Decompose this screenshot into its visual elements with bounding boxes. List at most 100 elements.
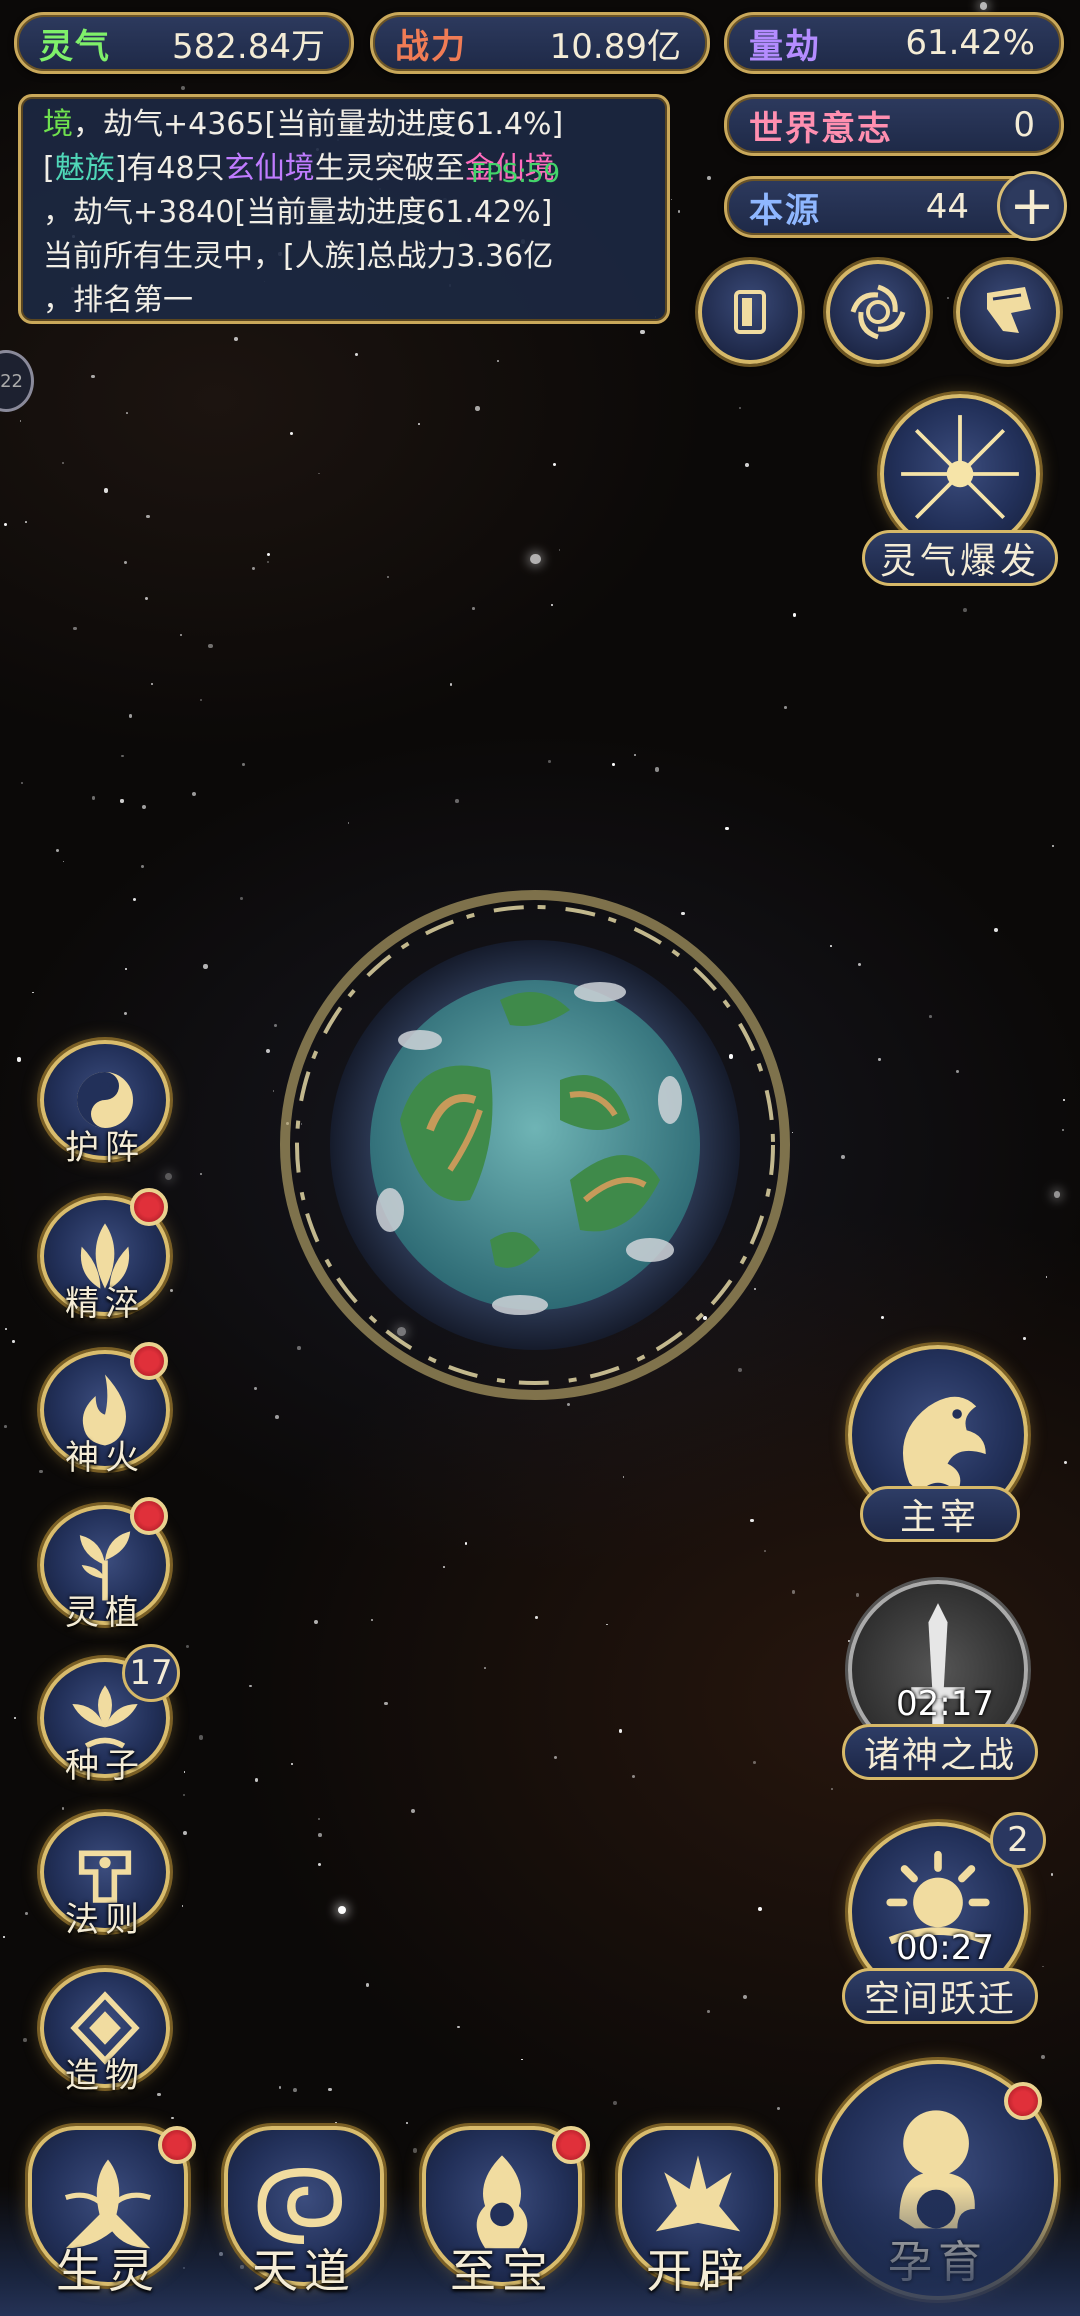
star [558,548,561,551]
star [1050,1873,1054,1876]
star [612,763,615,766]
star [133,897,137,901]
shijie-yizhi-value: 0 [1013,105,1035,145]
star [12,1340,16,1343]
star [670,198,673,201]
side-menu-label: 神火 [65,1437,145,1478]
liangjie-bar[interactable]: 量劫 61.42% [724,12,1064,74]
fps-readout: FPS:59 [471,159,560,189]
star [758,1907,763,1912]
star [318,1833,322,1837]
star [677,210,681,214]
kongjian-label: 空间跃迁 [842,1968,1038,2024]
vortex-button[interactable] [826,260,930,364]
world-planet[interactable] [270,880,800,1410]
bottom-menu-item[interactable]: 开辟 [608,2120,788,2300]
side-menu-item[interactable]: 灵植 [40,1497,170,1635]
benyuan-value: 44 [925,187,969,227]
star [1042,1965,1044,1968]
star [200,699,202,701]
star [21,781,24,785]
kongjian-timer: 00:27 [896,1928,994,1968]
star [1064,1460,1068,1464]
star [745,463,749,468]
star [1062,1099,1065,1102]
event-log-panel[interactable]: 境，劫气+4365[当前量劫进度61.4%] [魅族]有48只玄仙境生灵突破至金… [18,94,670,324]
yunyu-red-dot [1004,2082,1042,2120]
notification-dot [158,2126,196,2164]
star [1062,1128,1065,1131]
star [654,767,660,772]
add-benyuan-button[interactable]: + [997,171,1067,241]
star [32,991,34,994]
star [1054,1191,1061,1198]
star [62,1807,65,1810]
star [121,754,124,758]
benyuan-bar[interactable]: 本源 44 + [724,171,1067,241]
star [878,1058,881,1061]
star [278,2086,281,2089]
star [253,1386,257,1390]
star [841,1155,845,1159]
star [706,2010,710,2013]
star [3,1935,6,1938]
side-menu-item[interactable]: 精淬 [40,1188,170,1326]
card-icon [734,290,766,334]
side-menu-item[interactable]: 种子 17 [40,1644,180,1788]
log-line-4: 当前所有生灵中，[人族]总战力3.36亿 [43,239,554,274]
star [1023,1337,1027,1341]
star [457,2026,460,2029]
star [791,1590,796,1594]
star [181,1905,184,1907]
log-line-1: 境，劫气+4365[当前量劫进度61.4%] [43,107,564,142]
side-menu-item[interactable]: 造物 [40,1968,170,2098]
star [365,1983,369,1987]
star [928,1014,932,1018]
star [314,1620,319,1625]
star [124,967,127,970]
zhushen-label: 诸神之战 [842,1724,1038,1780]
star [91,375,95,379]
star [418,422,420,425]
star [776,2106,781,2111]
side-tab-button[interactable]: 22 [0,350,34,412]
flag-button[interactable] [956,260,1060,364]
star [858,963,862,967]
star [290,1763,293,1766]
star [318,1818,321,1821]
bottom-menu-label: 至宝 [450,2244,554,2298]
star [22,2038,27,2042]
lingqi-bar[interactable]: 灵气 582.84万 [14,12,354,74]
notification-dot [130,1342,168,1380]
star [124,1012,128,1016]
star [725,826,729,830]
zhanli-bar[interactable]: 战力 10.89亿 [370,12,710,74]
star [181,86,186,90]
star [62,860,65,863]
star [292,2087,297,2092]
star [25,521,27,523]
star [847,1640,850,1643]
star [387,576,390,579]
side-menu-item[interactable]: 法则 [40,1812,170,1942]
star [328,2087,333,2092]
star [1045,1276,1048,1279]
side-menu-item[interactable]: 神火 [40,1342,170,1480]
star [289,432,293,436]
star [371,1618,374,1621]
shijie-yizhi-bar[interactable]: 世界意志 0 [724,94,1064,156]
star [472,607,476,611]
side-menu-item[interactable]: 护阵 [40,1040,170,1170]
star [203,964,208,969]
star [13,1716,16,1719]
burst-icon [901,415,1019,520]
star [640,329,645,335]
card-button[interactable] [698,260,802,364]
bottom-menu-item[interactable]: 至宝 [412,2120,592,2300]
vortex-icon [850,284,906,340]
bottom-menu-item[interactable]: 生灵 [18,2120,198,2300]
bottom-menu-item[interactable]: 天道 [214,2120,394,2300]
star [554,1756,558,1760]
star [124,561,128,565]
liangjie-label: 量劫 [749,26,821,67]
